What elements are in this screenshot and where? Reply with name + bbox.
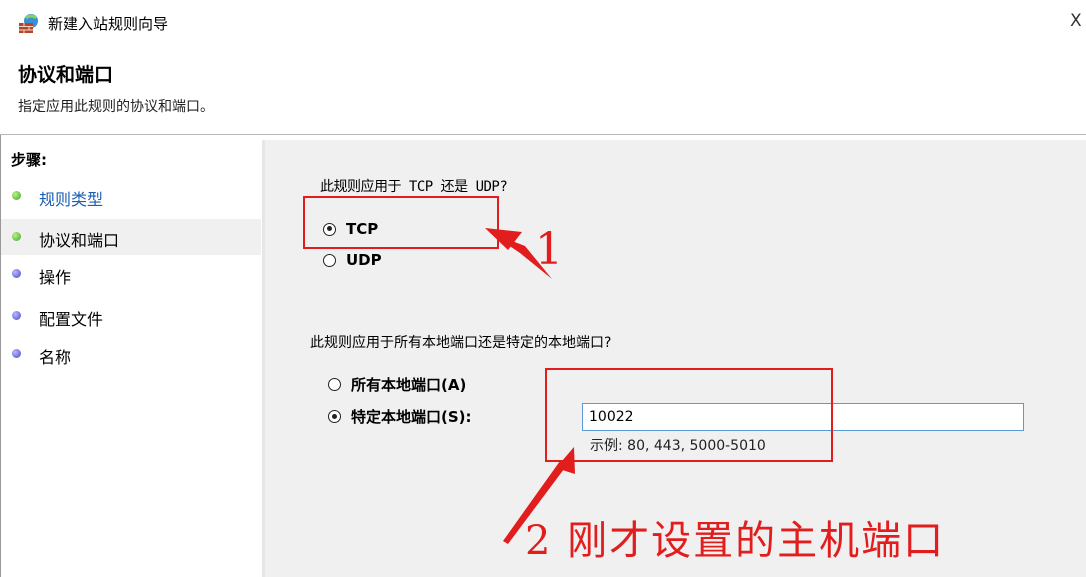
annotation-box-1 — [303, 196, 499, 249]
sidebar-item-name[interactable]: 名称 — [1, 336, 261, 372]
radio-specific-ports-label: 特定本地端口(S): — [351, 408, 472, 426]
radio-udp-label: UDP — [346, 251, 382, 269]
sidebar-item-label: 配置文件 — [39, 310, 104, 329]
sidebar-item-profile[interactable]: 配置文件 — [1, 298, 261, 334]
annotation-box-2 — [545, 368, 833, 462]
radio-unchecked-icon[interactable] — [328, 378, 341, 391]
radio-all-ports-label: 所有本地端口(A) — [351, 376, 467, 394]
page-title: 协议和端口 — [18, 64, 114, 86]
annotation-label-2: 2 刚才设置的主机端口 — [525, 518, 946, 564]
radio-all-local-ports[interactable]: 所有本地端口(A) — [328, 374, 466, 395]
firewall-wall-icon — [19, 14, 38, 33]
annotation-label-1: 1 — [535, 224, 563, 275]
step-pending-dot-icon — [12, 349, 21, 358]
port-question: 此规则应用于所有本地端口还是特定的本地端口? — [310, 335, 612, 351]
step-pending-dot-icon — [12, 311, 21, 320]
steps-sidebar: 步骤: 规则类型 协议和端口 操作 配置文件 名称 — [0, 135, 263, 577]
sidebar-item-label: 协议和端口 — [39, 231, 120, 250]
wizard-header: 协议和端口 指定应用此规则的协议和端口。 — [0, 48, 1086, 134]
step-pending-dot-icon — [12, 269, 21, 278]
step-complete-dot-icon — [12, 232, 21, 241]
steps-heading: 步骤: — [11, 151, 47, 169]
sidebar-item-label: 操作 — [39, 268, 72, 287]
step-complete-dot-icon — [12, 191, 21, 200]
sidebar-item-label: 名称 — [39, 348, 72, 367]
title-bar: 新建入站规则向导 X — [0, 0, 1086, 48]
protocol-question: 此规则应用于 TCP 还是 UDP? — [320, 179, 508, 195]
sidebar-item-rule-type[interactable]: 规则类型 — [1, 178, 261, 214]
page-subtitle: 指定应用此规则的协议和端口。 — [18, 99, 214, 115]
window-title: 新建入站规则向导 — [48, 15, 169, 33]
radio-specific-local-ports[interactable]: 特定本地端口(S): — [328, 406, 472, 427]
sidebar-item-label: 规则类型 — [39, 190, 104, 209]
sidebar-item-action[interactable]: 操作 — [1, 256, 261, 292]
sidebar-item-protocol-and-ports[interactable]: 协议和端口 — [1, 219, 261, 255]
radio-udp[interactable]: UDP — [323, 251, 382, 269]
close-icon[interactable]: X — [1070, 11, 1082, 31]
radio-unchecked-icon[interactable] — [323, 253, 336, 267]
radio-checked-icon[interactable] — [328, 410, 341, 423]
